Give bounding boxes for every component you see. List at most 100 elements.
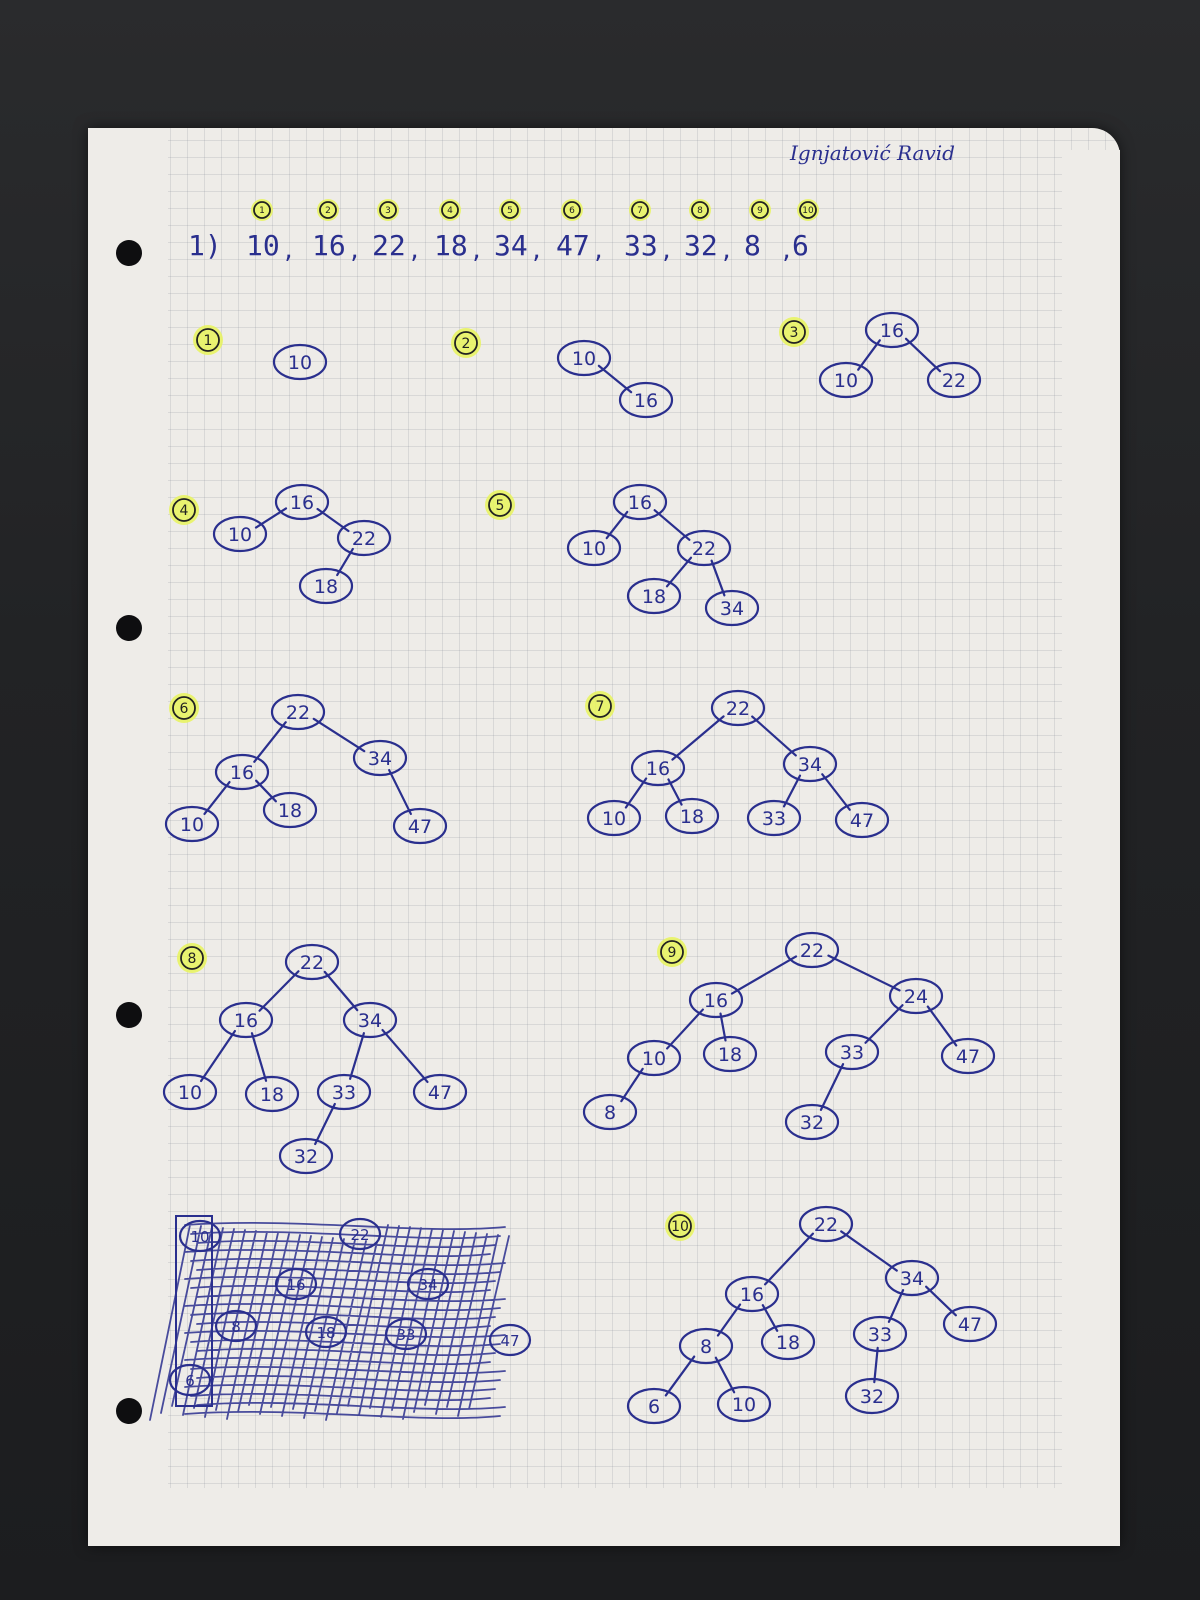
insertion-sequence: 110,216,322,418,534,647,733,832,98,106 [246,199,819,264]
node-value: 16 [230,762,254,784]
comma: , [348,239,361,264]
order-number: 2 [325,206,331,216]
node-value: 16 [880,320,904,342]
node-value: 18 [642,586,666,608]
tree-edge [671,715,725,761]
tree-edge [714,1356,736,1394]
node-value: 10 [572,348,596,370]
sequence-value: 16 [312,229,346,262]
sequence-value: 34 [494,229,528,262]
tree-edge [887,1289,905,1323]
sequence-value: 32 [684,229,718,262]
tree-step-9: 9 22 16 24 10 18 33 47 8 32 [582,931,996,1141]
author-name: Ignjatović Ravid [789,141,955,165]
tree-edge [716,1303,742,1337]
tree-edge [666,1008,704,1050]
node-value: 10 [602,808,626,830]
node-value: 22 [942,370,966,392]
tree-edge [381,1028,429,1084]
node-value: 34 [358,1010,382,1032]
node-value: 16 [290,492,314,514]
sequence-value: 10 [246,229,280,262]
tree-edge [821,773,851,811]
tree-drawings: 1 10 2 10 16 3 16 10 22 4 16 10 22 18 5 16 10 22 18 34 6 22 16… [162,311,998,1425]
tree-step-2: 2 10 16 [451,328,674,419]
order-number: 4 [447,206,453,216]
node-value: 10 [180,814,204,836]
comma: , [282,239,295,264]
node-value: 34 [798,754,822,776]
sequence-value: 6 [792,229,809,262]
node-value: 10 [288,352,312,374]
step-number: 6 [180,701,189,717]
node-value: 32 [860,1386,884,1408]
node-value: 16 [234,1010,258,1032]
tree-edge [819,1063,845,1111]
node-value: 33 [840,1042,864,1064]
order-number: 1 [259,206,265,216]
node-value: 18 [278,800,302,822]
tree-step-10: 10 22 16 34 8 18 33 47 6 10 32 [626,1205,998,1425]
node-value: 22 [300,952,324,974]
tree-edge [258,970,300,1012]
order-number: 10 [802,206,814,216]
tree-edge [873,1346,879,1384]
sequence-value: 18 [434,229,468,262]
tree-edge [312,717,366,753]
tree-step-5: 5 16 10 22 18 34 [485,483,760,627]
tree-edge [763,1232,815,1286]
node-value: 18 [680,806,704,828]
node-value: 22 [800,940,824,962]
comma: , [660,239,673,264]
step-number: 8 [188,951,197,967]
node-value: 47 [958,1314,982,1336]
tree-edge [199,1029,237,1083]
tree-edge [827,954,901,992]
node-value: 33 [762,808,786,830]
tree-edge [253,721,287,763]
sequence-value: 47 [556,229,590,262]
node-value: 22 [352,528,376,550]
handwritten-notes: Ignjatović Ravid 1) 110,216,322,418,534,… [149,141,998,1425]
node-value: 10 [178,1082,202,1104]
node-value: 22 [814,1214,838,1236]
tree-step-3: 3 16 10 22 [779,311,982,399]
tree-edge [751,715,797,757]
crossed-out-tree: 10 22168343318 476 [149,1215,532,1421]
node-value: 10 [834,370,858,392]
tree-edge [710,559,726,597]
node-value: 22 [286,702,310,724]
sequence-value: 33 [624,229,658,262]
node-value: 10 [228,524,252,546]
tree-step-7: 7 22 16 34 10 18 33 47 [585,689,890,839]
node-value: 34 [720,598,744,620]
node-value: 16 [634,390,658,412]
node-value: 47 [850,810,874,832]
step-number: 5 [496,498,505,514]
node-value: 32 [294,1146,318,1168]
step-number: 10 [671,1219,689,1235]
node-value: 22 [692,538,716,560]
sequence-value: 22 [372,229,406,262]
node-value: 16 [628,492,652,514]
comma: , [530,239,543,264]
tree-edge [840,1230,898,1272]
node-value: 24 [904,986,928,1008]
tree-edge [314,1102,336,1146]
node-value: 34 [368,748,392,770]
tree-edge [904,337,942,373]
tree-edge [203,780,231,816]
tree-step-4: 4 16 10 22 18 [169,483,392,605]
comma: , [592,239,605,264]
node-value: 6 [648,1396,660,1418]
node-value: 34 [900,1268,924,1290]
node-value: 47 [956,1046,980,1068]
tree-edge [250,1032,268,1082]
step-number: 4 [180,503,189,519]
tree-edge [664,1355,696,1397]
node-value: 47 [428,1082,452,1104]
order-number: 7 [637,206,643,216]
node-value: 22 [726,698,750,720]
tree-edge [864,1004,904,1044]
task-label: 1) [188,229,222,262]
